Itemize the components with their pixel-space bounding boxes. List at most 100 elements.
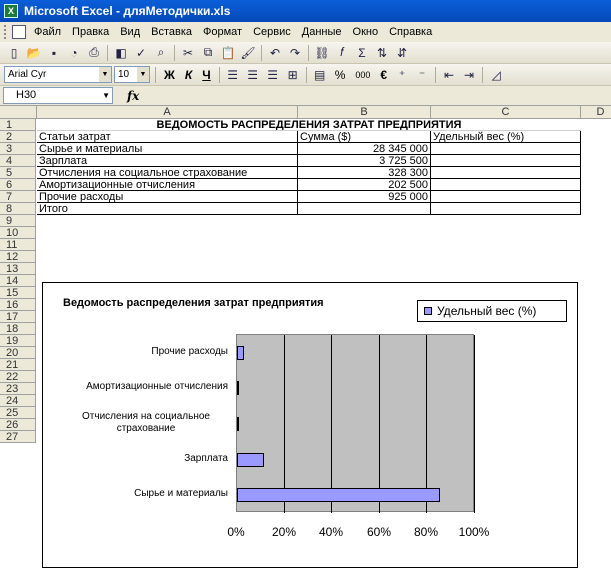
table-cell[interactable]	[431, 179, 581, 191]
embedded-chart[interactable]: Ведомость распределения затрат предприят…	[42, 282, 578, 568]
table-cell[interactable]: Итого	[37, 203, 298, 215]
row-header[interactable]: 15	[0, 287, 36, 299]
row-header[interactable]: 18	[0, 323, 36, 335]
row-header[interactable]: 23	[0, 383, 36, 395]
row-header[interactable]: 22	[0, 371, 36, 383]
sort-ascending-icon[interactable]: ⇅	[374, 45, 390, 61]
table-cell[interactable]: 28 345 000	[298, 143, 431, 155]
table-cell[interactable]	[431, 167, 581, 179]
row-header[interactable]: 11	[0, 239, 36, 251]
row-header[interactable]: 3	[0, 143, 36, 155]
chevron-down-icon[interactable]: ▼	[99, 67, 111, 82]
row-header[interactable]: 7	[0, 191, 36, 203]
row-header[interactable]: 16	[0, 299, 36, 311]
currency-style-icon[interactable]: ▤	[312, 67, 328, 83]
merge-center-icon[interactable]: ⊞	[285, 67, 301, 83]
table-cell[interactable]: Сырье и материалы	[37, 143, 298, 155]
save-icon[interactable]: ▪	[46, 45, 62, 61]
row-header[interactable]: 1	[0, 119, 36, 131]
row-header[interactable]: 5	[0, 167, 36, 179]
column-header-b[interactable]: B	[298, 106, 431, 119]
row-header[interactable]: 24	[0, 395, 36, 407]
underline-button[interactable]: Ч	[202, 68, 210, 82]
menu-data[interactable]: Данные	[302, 26, 342, 38]
increase-indent-icon[interactable]: ⇥	[461, 67, 477, 83]
row-header[interactable]: 25	[0, 407, 36, 419]
menu-file[interactable]: Файл	[34, 26, 61, 38]
table-cell[interactable]: Прочие расходы	[37, 191, 298, 203]
table-cell[interactable]	[298, 203, 431, 215]
increase-decimal-icon[interactable]: ⁺	[394, 67, 410, 83]
chart-bar[interactable]	[237, 346, 244, 360]
align-right-icon[interactable]: ☰	[265, 67, 281, 83]
font-name-select[interactable]: Arial Cyr ▼	[4, 66, 112, 83]
print-icon[interactable]: ⎙	[86, 45, 102, 61]
chart-bar[interactable]	[237, 381, 239, 395]
header-cell-share[interactable]: Удельный вес (%)	[431, 131, 581, 143]
table-cell[interactable]: Зарплата	[37, 155, 298, 167]
row-header[interactable]: 17	[0, 311, 36, 323]
table-cell[interactable]: Отчисления на социальное страхование	[37, 167, 298, 179]
column-header-d[interactable]: D	[581, 106, 611, 119]
table-cell[interactable]	[431, 143, 581, 155]
insert-function-icon[interactable]: fx	[127, 89, 139, 103]
menu-tools[interactable]: Сервис	[253, 26, 291, 38]
decrease-indent-icon[interactable]: ⇤	[441, 67, 457, 83]
format-painter-icon[interactable]: 🖌	[240, 45, 256, 61]
row-header[interactable]: 9	[0, 215, 36, 227]
menu-format[interactable]: Формат	[203, 26, 242, 38]
undo-icon[interactable]: ↶	[267, 45, 283, 61]
hyperlink-icon[interactable]: ⛓	[314, 45, 330, 61]
column-header-a[interactable]: A	[37, 106, 298, 119]
row-header[interactable]: 14	[0, 275, 36, 287]
sort-descending-icon[interactable]: ⇵	[394, 45, 410, 61]
table-cell[interactable]	[431, 155, 581, 167]
copy-icon[interactable]: ⧉	[200, 45, 216, 61]
chart-bar[interactable]	[237, 453, 264, 467]
row-header[interactable]: 27	[0, 431, 36, 443]
menu-view[interactable]: Вид	[120, 26, 140, 38]
menu-edit[interactable]: Правка	[72, 26, 109, 38]
function-icon[interactable]: 𝑓	[334, 45, 350, 61]
row-header[interactable]: 26	[0, 419, 36, 431]
column-header-c[interactable]: C	[431, 106, 581, 119]
menu-grip[interactable]	[4, 25, 8, 39]
print-preview-icon[interactable]: ◧	[113, 45, 129, 61]
header-cell-amount[interactable]: Сумма ($)	[298, 131, 431, 143]
decrease-decimal-icon[interactable]: ⁻	[414, 67, 430, 83]
chart-bar[interactable]	[237, 417, 239, 431]
align-center-icon[interactable]: ☰	[245, 67, 261, 83]
new-document-icon[interactable]: ▯	[6, 45, 22, 61]
row-header[interactable]: 2	[0, 131, 36, 143]
autosum-icon[interactable]: Σ	[354, 45, 370, 61]
table-cell[interactable]	[431, 191, 581, 203]
table-cell[interactable]	[431, 203, 581, 215]
redo-icon[interactable]: ↷	[287, 45, 303, 61]
row-header[interactable]: 4	[0, 155, 36, 167]
bold-button[interactable]: Ж	[164, 68, 175, 82]
chart-bar[interactable]	[237, 488, 440, 502]
select-all-corner[interactable]	[0, 106, 37, 119]
sheet-title[interactable]: ВЕДОМОСТЬ РАСПРЕДЕЛЕНИЯ ЗАТРАТ ПРЕДПРИЯТ…	[37, 119, 581, 131]
row-header[interactable]: 10	[0, 227, 36, 239]
percent-style-button[interactable]: %	[335, 68, 346, 82]
menu-help[interactable]: Справка	[389, 26, 432, 38]
cut-icon[interactable]: ✂	[180, 45, 196, 61]
italic-button[interactable]: К	[185, 68, 192, 82]
row-header[interactable]: 12	[0, 251, 36, 263]
borders-icon[interactable]: ◿	[488, 67, 504, 83]
row-header[interactable]: 8	[0, 203, 36, 215]
table-cell[interactable]: 925 000	[298, 191, 431, 203]
permission-icon[interactable]: ◔	[66, 45, 82, 61]
plot-area[interactable]	[236, 334, 475, 513]
name-box[interactable]: H30 ▼	[3, 87, 113, 104]
table-cell[interactable]: Амортизационные отчисления	[37, 179, 298, 191]
font-size-select[interactable]: 10 ▼	[114, 66, 150, 83]
row-header[interactable]: 19	[0, 335, 36, 347]
comma-style-button[interactable]: 000	[355, 70, 370, 80]
row-header[interactable]: 13	[0, 263, 36, 275]
research-icon[interactable]: ⌕	[153, 45, 169, 61]
open-folder-icon[interactable]: 📂	[26, 45, 42, 61]
euro-button[interactable]: €	[380, 68, 387, 82]
menu-insert[interactable]: Вставка	[151, 26, 192, 38]
